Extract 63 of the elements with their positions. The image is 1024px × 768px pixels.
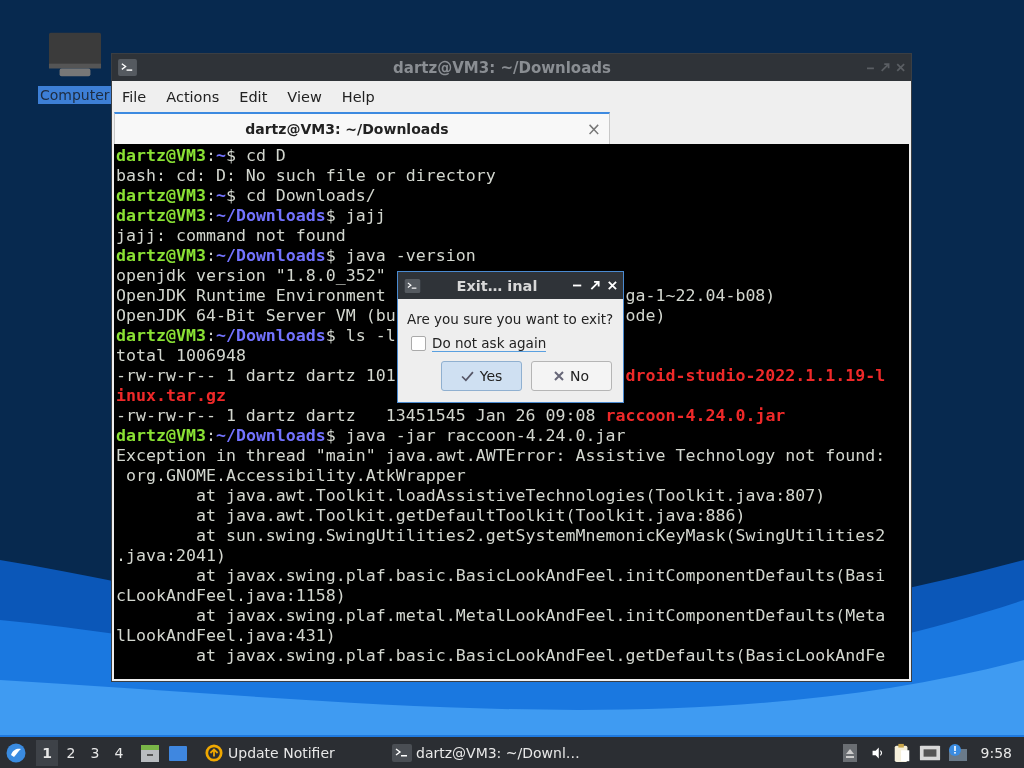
terminal-line: openjdk version "1.8.0_352" bbox=[116, 266, 386, 285]
terminal-line: at javax.swing.plaf.basic.BasicLookAndFeel.getDefaults(BasicLookAndFe bbox=[194, 646, 886, 665]
menu-item[interactable]: View bbox=[281, 88, 328, 105]
terminal-line: -rw-rw-r-- 1 dartz dartz 101 bbox=[116, 366, 396, 385]
terminal-line: org.GNOME.Accessibility.AtkWrapper bbox=[125, 466, 466, 485]
terminal-line: ode) bbox=[625, 306, 666, 326]
terminal-line: dartz@VM3:~$ cd Downloads/ bbox=[116, 186, 376, 205]
terminal-icon bbox=[118, 59, 137, 76]
menu-item[interactable]: Edit bbox=[233, 88, 274, 105]
terminal-line: dartz@VM3:~$ cd D bbox=[116, 146, 286, 165]
taskbar-task[interactable]: Update Notifier bbox=[200, 738, 388, 767]
menu-item[interactable]: Help bbox=[335, 88, 381, 105]
terminal-line: OpenJDK 64-Bit Server VM (bu bbox=[116, 306, 396, 325]
terminal-line: bash: cd: D: No such file or directory bbox=[116, 166, 496, 185]
dialog-title: Exit… inal bbox=[455, 277, 539, 294]
terminal-line: total 1006948 bbox=[116, 346, 246, 365]
terminal-line: at java.awt.Toolkit.getDefaultToolkit(Toolkit.java:886) bbox=[194, 506, 746, 525]
checkbox-label[interactable]: Do not ask again bbox=[432, 335, 547, 352]
icon-label[interactable]: Computer bbox=[38, 86, 112, 104]
terminal-line: dartz@VM3:~/Downloads$ jajj bbox=[116, 206, 386, 225]
terminal-line: at java.awt.Toolkit.loadAssistiveTechnologies(Toolkit.java:807) bbox=[194, 486, 826, 505]
menu-item[interactable]: File bbox=[116, 88, 153, 105]
computer-icon[interactable] bbox=[47, 32, 102, 78]
terminal-line: OpenJDK Runtime Environment bbox=[116, 286, 386, 305]
terminal-line: -rw-rw-r-- 1 dartz dartz 13451545 Jan 26 09:08 raccoon-4.24.0.jar bbox=[116, 406, 786, 425]
close-icon bbox=[553, 371, 564, 381]
terminal-line: cLookAndFeel.java:1158) bbox=[116, 586, 346, 605]
close-icon[interactable]: × bbox=[578, 119, 609, 139]
terminal-line: lLookAndFeel.java:431) bbox=[116, 626, 336, 645]
file-cabinet-icon[interactable] bbox=[140, 742, 160, 763]
terminal-line: at javax.swing.plaf.metal.MetalLookAndFeel.initComponentDefaults(Meta bbox=[194, 606, 886, 625]
clock[interactable]: 9:58 bbox=[980, 744, 1012, 761]
terminal-icon bbox=[392, 743, 412, 762]
yes-button[interactable]: Yes bbox=[441, 361, 522, 391]
workspace-button[interactable]: 1 bbox=[36, 739, 58, 766]
workspace-button[interactable]: 4 bbox=[108, 739, 130, 766]
terminal-line: Exception in thread "main" java.awt.AWTError: Assistive Technology not found: bbox=[116, 446, 886, 465]
workspace-button[interactable]: 2 bbox=[60, 739, 82, 766]
terminal-line: at sun.swing.SwingUtilities2.getSystemMnemonicKeyMask(SwingUtilities2 bbox=[194, 526, 886, 545]
checkbox[interactable] bbox=[411, 336, 426, 351]
workspace-button[interactable]: 3 bbox=[84, 739, 106, 766]
menu-item[interactable]: Actions bbox=[160, 88, 226, 105]
start-menu-icon[interactable] bbox=[6, 742, 26, 763]
update-icon bbox=[204, 743, 224, 762]
terminal-line: inux.tar.gz bbox=[116, 386, 226, 405]
window-controls-icon[interactable] bbox=[573, 280, 617, 291]
dialog-message: Are you sure you want to exit? bbox=[407, 311, 614, 327]
check-icon bbox=[460, 370, 474, 382]
no-button[interactable]: No bbox=[531, 361, 612, 391]
terminal-line: at javax.swing.plaf.basic.BasicLookAndFeel.initComponentDefaults(Basi bbox=[194, 566, 886, 585]
window-title: dartz@VM3: ~/Downloads bbox=[392, 58, 612, 77]
taskbar-task[interactable]: dartz@VM3: ~/Downl… bbox=[388, 738, 584, 767]
terminal-tab[interactable]: dartz@VM3: ~/Downloads × bbox=[114, 112, 610, 144]
terminal-line: dartz@VM3:~/Downloads$ ls -l bbox=[116, 326, 396, 345]
terminal-line: dartz@VM3:~/Downloads$ java -jar raccoon-4.24.0.jar bbox=[116, 426, 626, 445]
terminal-line: jajj: command not found bbox=[116, 226, 346, 245]
tab-label: dartz@VM3: ~/Downloads bbox=[244, 121, 450, 137]
terminal-line: .java:2041) bbox=[116, 546, 226, 565]
terminal-icon bbox=[404, 278, 421, 293]
terminal-line: ga-1~22.04-b08) bbox=[625, 286, 776, 306]
notification-icon[interactable] bbox=[946, 742, 969, 763]
terminal-line: droid-studio-2022.1.1.19-l bbox=[625, 366, 886, 386]
terminal-line: dartz@VM3:~/Downloads$ java -version bbox=[116, 246, 476, 265]
